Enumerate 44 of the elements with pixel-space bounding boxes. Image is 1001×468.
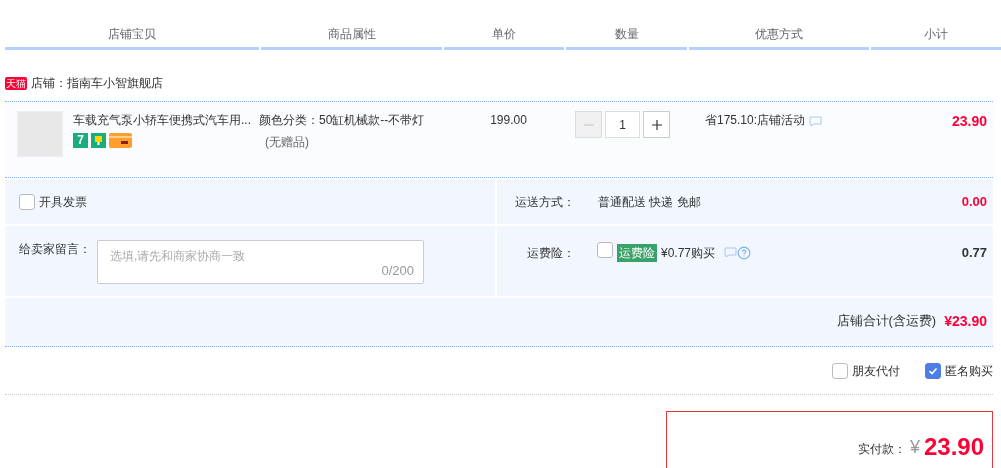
- column-header: 商品属性: [261, 25, 442, 50]
- increase-button[interactable]: [643, 111, 670, 138]
- shipping-method[interactable]: 普通配送 快递 免邮: [598, 193, 962, 211]
- invoice-checkbox[interactable]: [19, 194, 35, 210]
- payment-amount: 23.90: [923, 432, 984, 462]
- shipping-label: 运送方式：: [514, 194, 575, 211]
- help-icon[interactable]: [737, 245, 752, 260]
- column-header: 数量: [566, 25, 687, 50]
- check-icon: [928, 365, 938, 376]
- character-counter: 0/200: [381, 261, 414, 280]
- card-icon: [109, 133, 132, 148]
- insurance-checkbox[interactable]: [597, 242, 613, 258]
- quantity-field[interactable]: 1: [605, 111, 640, 138]
- option-label[interactable]: 匿名购买: [945, 361, 993, 380]
- column-header: 店铺宝贝: [5, 25, 259, 50]
- product-attribute: 颜色分类：50缸机械款--不带灯: [259, 112, 425, 129]
- subtotal-amount: 23.90: [951, 113, 987, 129]
- shop-total-amount: ¥23.90: [944, 311, 987, 331]
- shop-total-label: 店铺合计(含运费): [836, 312, 937, 331]
- invoice-label[interactable]: 开具发票: [39, 193, 87, 211]
- payment-label: 实付款：: [857, 441, 906, 458]
- option-checkbox[interactable]: [832, 362, 848, 379]
- plus-icon: [650, 118, 663, 131]
- message-icon[interactable]: [809, 116, 823, 127]
- insurance-price: ¥0.77购买: [661, 244, 716, 262]
- unit-price: 199.00: [490, 113, 527, 127]
- column-header: 优惠方式: [689, 25, 869, 50]
- insurance-tag: 运费险: [617, 243, 657, 262]
- shipping-amount: 0.00: [961, 193, 987, 212]
- insurance-amount: 0.77: [961, 243, 987, 262]
- option-label[interactable]: 朋友代付: [852, 361, 900, 380]
- message-label: 给卖家留言：: [19, 241, 91, 258]
- product-title[interactable]: 车载充气泵小轿车便携式汽车用...: [73, 111, 251, 129]
- product-attribute: (无赠品): [264, 134, 309, 151]
- payment-currency: ¥: [909, 436, 920, 459]
- shop-name[interactable]: 店铺：指南车小智旗舰店: [31, 74, 163, 92]
- message-icon[interactable]: [724, 247, 738, 258]
- discount-text: 省175.10:店铺活动: [705, 112, 806, 129]
- option-checkbox[interactable]: [925, 362, 941, 379]
- column-header: 单价: [444, 25, 564, 50]
- service-tag: 7: [73, 133, 88, 148]
- insurance-label: 运费险：: [526, 244, 575, 262]
- shop-badge: 天猫: [5, 76, 27, 90]
- column-header: 小计: [871, 25, 1001, 50]
